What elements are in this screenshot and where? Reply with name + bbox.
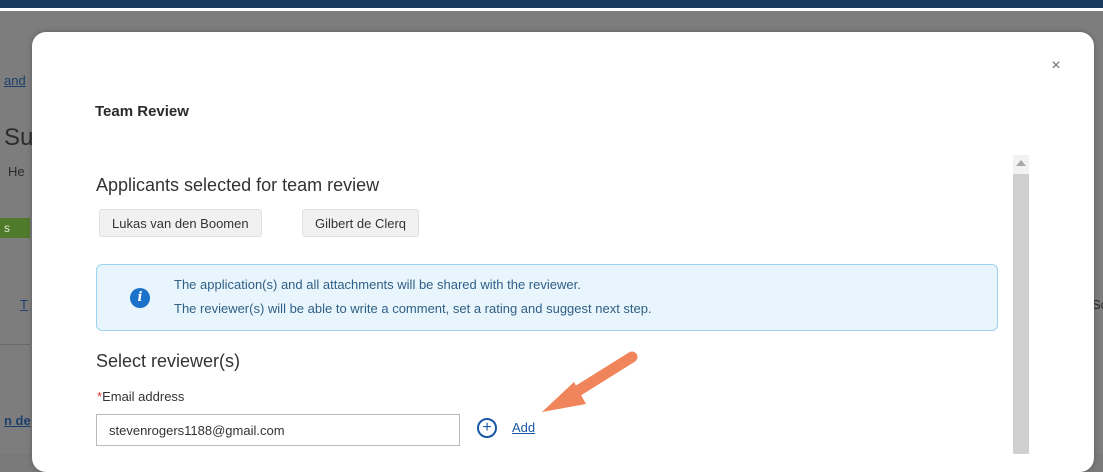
background-page-title: Su [4, 124, 34, 151]
team-review-dialog [32, 32, 1094, 472]
info-line: The application(s) and all attachments w… [174, 277, 581, 292]
background-page-subtitle: He [8, 164, 25, 179]
info-line: The reviewer(s) will be able to write a … [174, 301, 652, 316]
email-label-text: Email address [102, 389, 185, 404]
background-row-link: n de [4, 413, 31, 428]
background-tab-link: T [20, 297, 28, 312]
plus-circle-icon[interactable]: + [477, 418, 497, 438]
select-reviewers-heading: Select reviewer(s) [96, 351, 241, 371]
email-field[interactable] [96, 414, 460, 446]
close-icon[interactable]: × [1048, 58, 1064, 74]
add-reviewer-link[interactable]: Add [512, 420, 535, 435]
scroll-up-arrow-icon[interactable] [1016, 160, 1026, 166]
background-breadcrumb: and [4, 73, 26, 88]
applicant-chip: Gilbert de Clerq [302, 209, 420, 237]
applicant-chip: Lukas van den Boomen [99, 209, 262, 237]
email-field-label: *Email address [97, 389, 184, 404]
background-status-tab: s [0, 218, 30, 238]
scrollbar-thumb[interactable] [1013, 174, 1029, 454]
info-icon: i [130, 288, 150, 308]
background-divider [0, 344, 30, 345]
applicants-heading: Applicants selected for team review [96, 175, 380, 195]
dialog-title: Team Review [95, 103, 189, 120]
info-message-box: i The application(s) and all attachments… [96, 264, 998, 331]
